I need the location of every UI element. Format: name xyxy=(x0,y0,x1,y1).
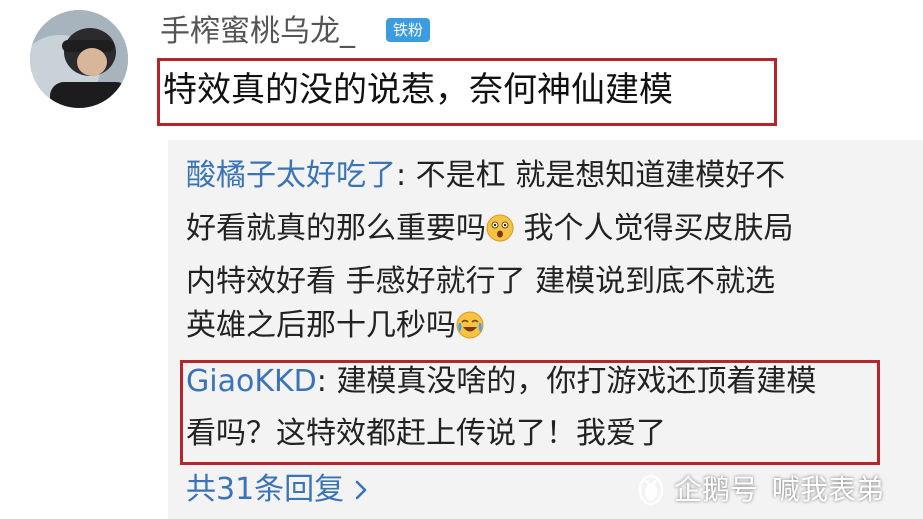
reply-1-line-1: 酸橘子太好吃了: 不是杠 就是想知道建模好不 xyxy=(186,150,785,202)
fan-level-badge: 铁粉 xyxy=(386,18,431,42)
watermark-brand: 企鹅号 xyxy=(674,473,759,506)
watermark: 企鹅号 喊我表弟 xyxy=(636,468,884,508)
crying-laughing-emoji-icon xyxy=(456,311,484,339)
penguin-logo-icon xyxy=(638,474,664,506)
reply-1-colon: : xyxy=(396,158,416,193)
reply-2-line-2: 看吗？这特效都赶上传说了！我爱了 xyxy=(186,408,666,460)
watermark-account: 喊我表弟 xyxy=(772,473,885,506)
surprised-emoji-icon xyxy=(486,214,514,242)
reply-1-text-4: 内特效好看 手感好就行了 建模说到底不就选 xyxy=(186,264,776,299)
reply-1-line-2: 好看就真的那么重要吗 我个人觉得买皮肤局 xyxy=(186,203,794,255)
reply-2-colon: : xyxy=(316,364,337,399)
user-avatar[interactable] xyxy=(30,10,128,108)
reply-1-line-4: 英雄之后那十几秒吗 xyxy=(186,300,484,352)
reply-2-line-1: GiaoKKD: 建模真没啥的，你打游戏还顶着建模 xyxy=(186,356,816,408)
chevron-right-icon xyxy=(354,466,368,514)
reply-1-text-2: 好看就真的那么重要吗 xyxy=(186,211,486,246)
reply-1-author[interactable]: 酸橘子太好吃了 xyxy=(186,158,396,193)
reply-1-text-1: 不是杠 就是想知道建模好不 xyxy=(415,158,786,193)
username[interactable]: 手榨蜜桃乌龙_ xyxy=(160,14,355,50)
more-replies-label: 共31条回复 xyxy=(186,472,345,507)
comment-text: 特效真的没的说惹，奈何神仙建模 xyxy=(163,70,673,110)
reply-1-text-3: 我个人觉得买皮肤局 xyxy=(523,211,794,246)
reply-1-text-5: 英雄之后那十几秒吗 xyxy=(186,308,456,343)
reply-2-author[interactable]: GiaoKKD xyxy=(186,364,317,399)
reply-1-gap xyxy=(514,211,524,246)
more-replies-link[interactable]: 共31条回复 xyxy=(186,466,368,514)
reply-2-text-2: 看吗？这特效都赶上传说了！我爱了 xyxy=(186,416,666,451)
reply-2-text-1: 建模真没啥的，你打游戏还顶着建模 xyxy=(336,364,817,399)
